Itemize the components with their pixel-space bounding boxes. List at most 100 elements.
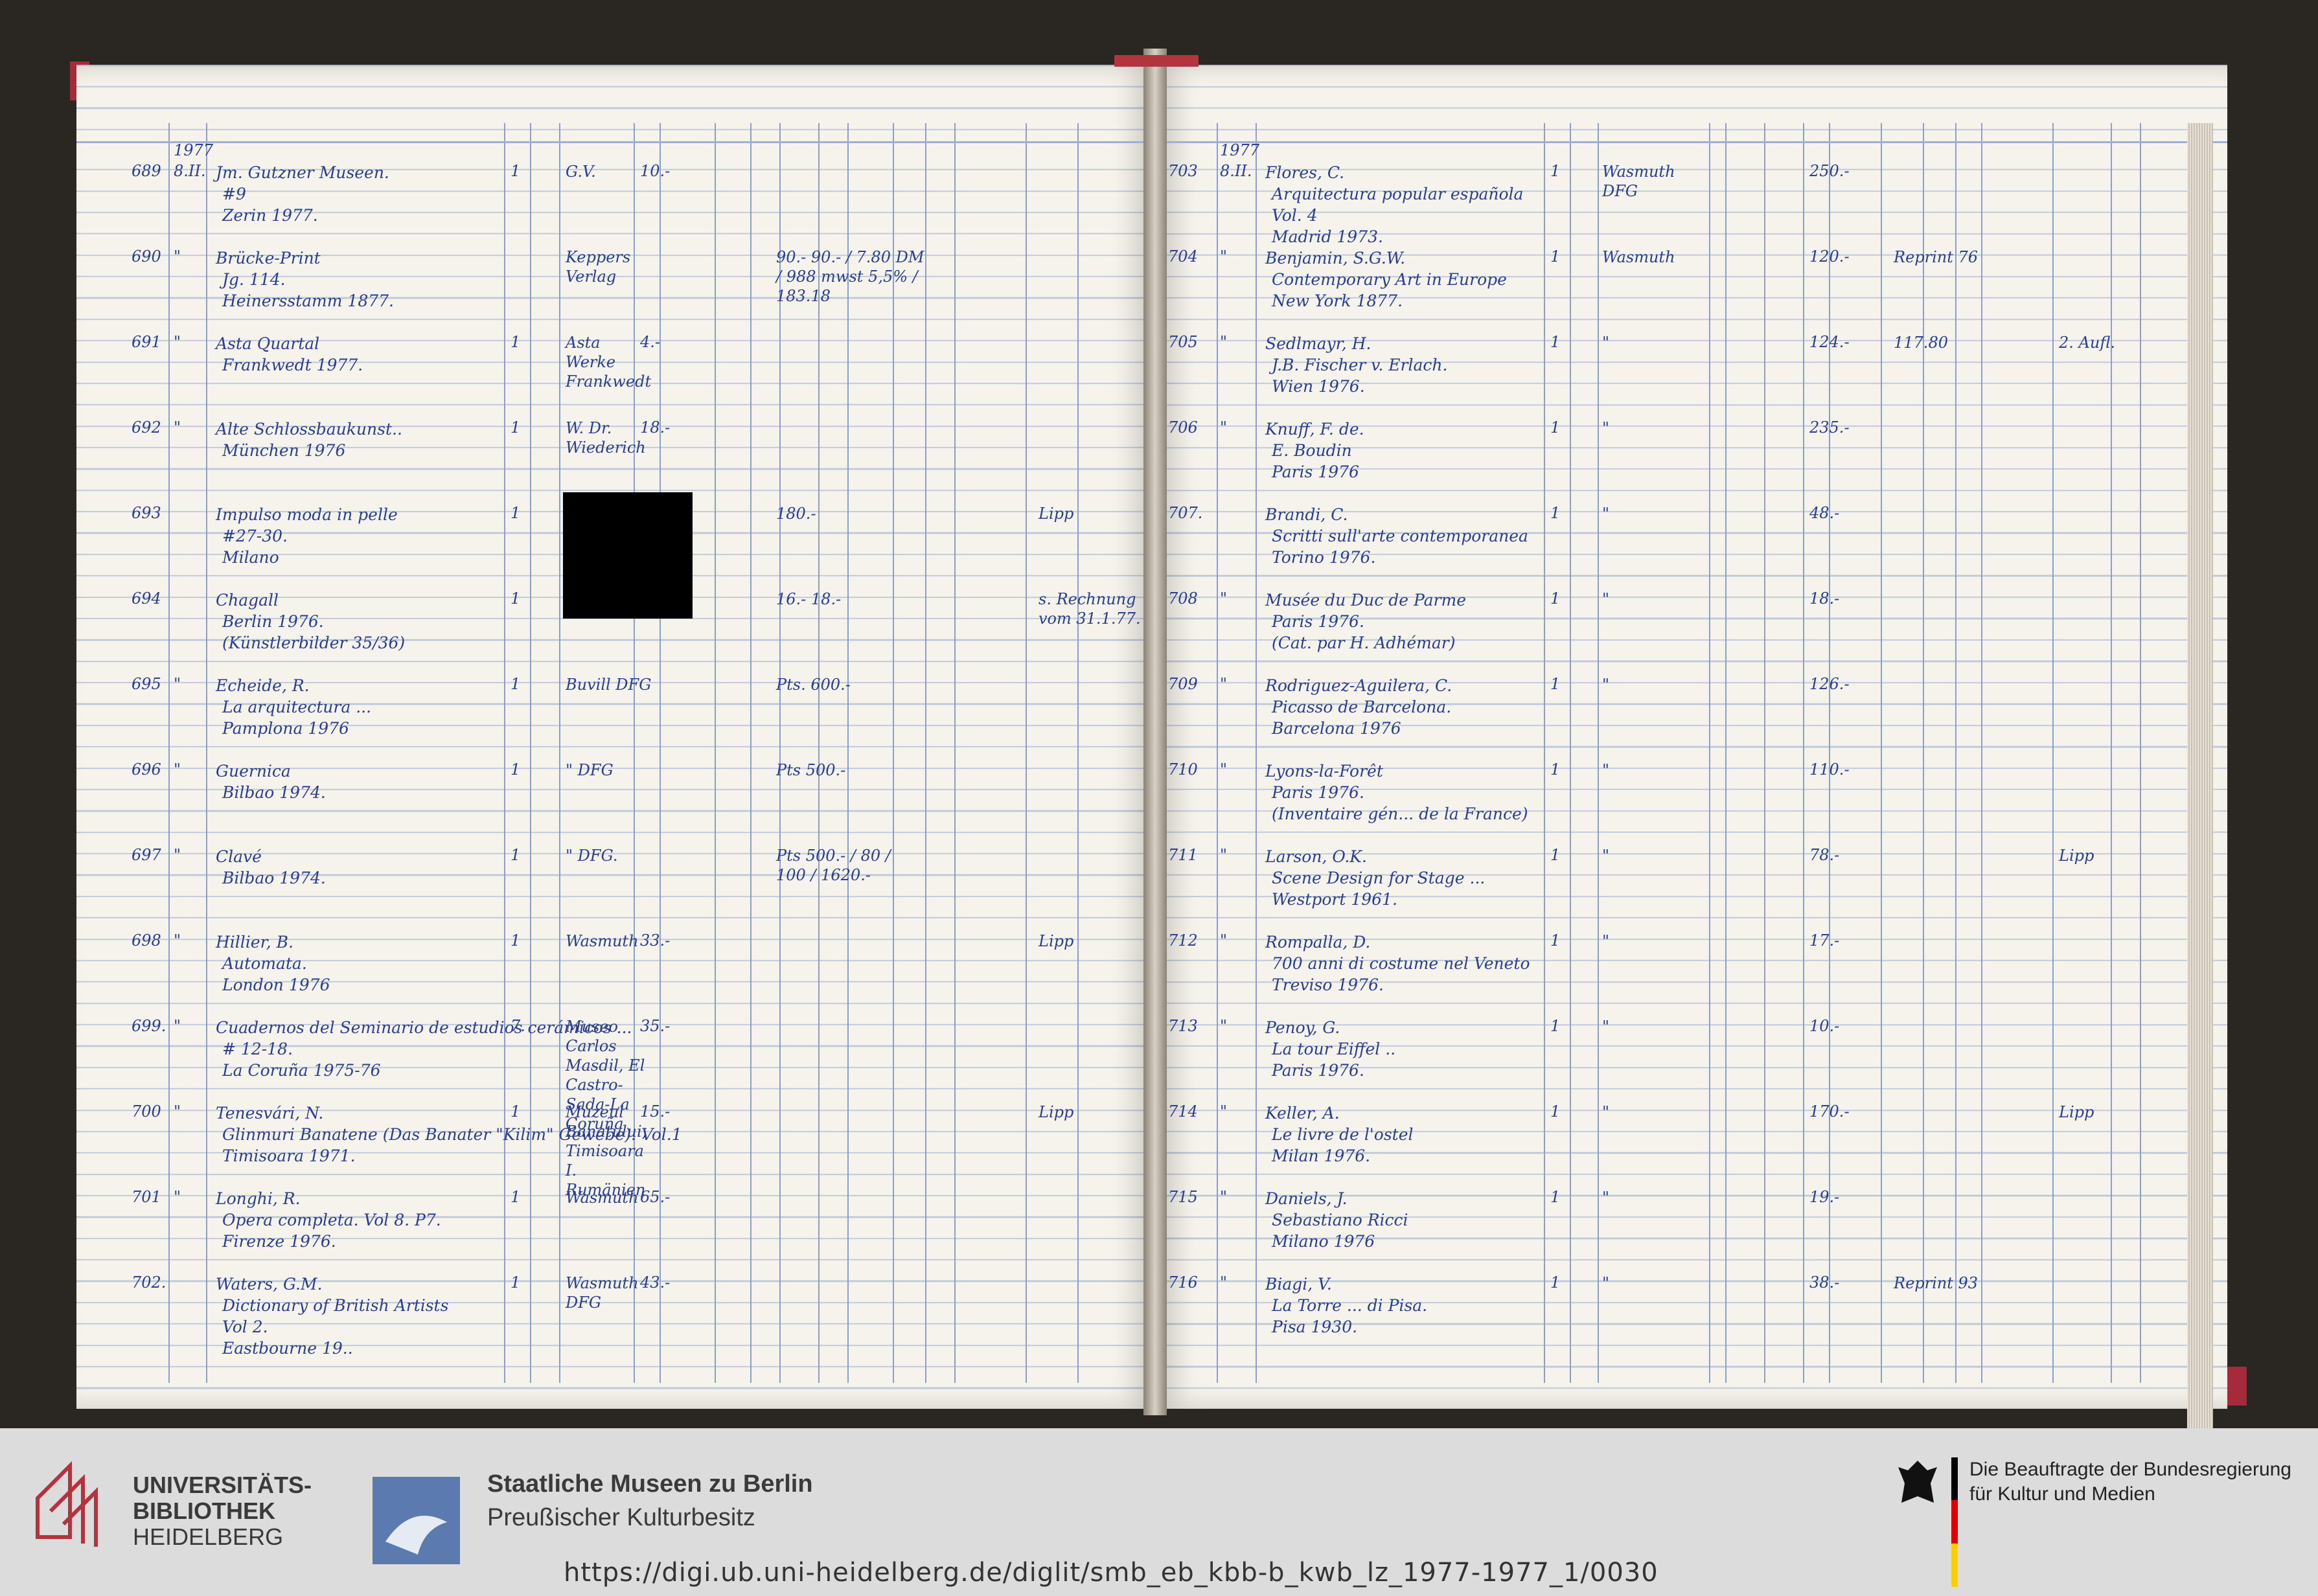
entry-title-line: Musée du Duc de Parme: [1265, 591, 1467, 610]
entry-title-line: Vol. 4: [1272, 206, 1318, 225]
entry-number: 698: [132, 931, 161, 950]
entry-title-line: Biagi, V.: [1265, 1275, 1332, 1294]
entry-title-line: Milano: [222, 548, 279, 567]
entry-count: 1: [511, 589, 521, 608]
entry-price: 10.-: [1809, 1017, 1840, 1035]
entry-title-line: Chagall: [216, 591, 279, 610]
scanned-ledger-image: 1977 689 8.II. Jm. Gutzner Museen. #9 Zerin 1…: [0, 0, 2318, 1428]
permalink-url[interactable]: https://digi.ub.uni-heidelberg.de/diglit…: [564, 1558, 1658, 1588]
entry-title-line: Jg. 114.: [222, 270, 286, 289]
entry-price: 250.-: [1809, 162, 1850, 180]
entry-title-line: Vol 2.: [222, 1317, 268, 1336]
entry-title-line: Arquitectura popular española: [1272, 185, 1524, 203]
entry-number: 693: [132, 504, 161, 522]
entry-title-line: Brücke-Print: [216, 249, 321, 268]
entry-price: 124.-: [1809, 333, 1850, 351]
entry-extra: Reprint 93: [1894, 1274, 1979, 1292]
entry-price: 18.-: [1809, 589, 1840, 608]
entry-number: 702.: [132, 1273, 166, 1292]
entry-source: ": [1602, 932, 1610, 950]
book-spine: [1143, 49, 1167, 1415]
entry-price: 235.-: [1809, 418, 1850, 437]
entry-title-line: Paris 1976.: [1272, 783, 1364, 802]
entry-title-line: La tour Eiffel ..: [1272, 1040, 1396, 1058]
entry-number: 708: [1168, 589, 1198, 608]
entry-date: 8.II.: [1220, 162, 1252, 180]
entry-price: 17.-: [1809, 931, 1840, 950]
entry-title-line: Sebastiano Ricci: [1272, 1211, 1408, 1229]
entry-title-line: J.B. Fischer v. Erlach.: [1272, 356, 1448, 374]
entry-price: 43.-: [640, 1273, 671, 1292]
entry-title-line: Westport 1961.: [1272, 890, 1397, 909]
entry-count: 1: [1550, 1188, 1561, 1206]
entry-source: Keppers Verlag: [566, 248, 631, 286]
entry-note: 2. Aufl.: [2059, 334, 2115, 352]
entry-date: ": [174, 931, 181, 950]
entry-title-line: Frankwedt 1977.: [222, 356, 363, 374]
entry-source: ": [1602, 676, 1610, 694]
entry-title-line: # 12-18.: [222, 1040, 293, 1058]
entry-note: Lipp: [1039, 932, 1074, 950]
entry-count: 1: [1550, 760, 1561, 779]
entry-title-line: Opera completa. Vol 8. P7.: [222, 1211, 441, 1229]
entry-title-line: Flores, C.: [1265, 163, 1345, 182]
entry-date: ": [174, 1102, 181, 1121]
entry-number: 689: [132, 162, 161, 180]
entry-title-line: Daniels, J.: [1265, 1189, 1348, 1208]
entry-note: Lipp: [2059, 1103, 2094, 1121]
entry-count: 1: [511, 162, 521, 180]
entry-count: 1: [511, 1188, 521, 1206]
entry-source: ": [1602, 1274, 1610, 1292]
entry-title-line: #9: [222, 185, 246, 203]
entry-title-line: Asta Quartal: [216, 334, 320, 353]
entry-price: 15.-: [640, 1102, 671, 1121]
entry-title-line: La Coruña 1975-76: [222, 1061, 381, 1080]
entry-price: 33.-: [640, 931, 671, 950]
entry-title-line: Rodriguez-Aguilera, C.: [1265, 676, 1452, 695]
entry-number: 710: [1168, 760, 1198, 779]
entry-title-line: (Künstlerbilder 35/36): [222, 633, 406, 652]
entry-extra: 90.- 90.- / 7.80 DM / 988 mwst 5,5% / 18…: [776, 248, 924, 305]
entry-note: Lipp: [1039, 1103, 1074, 1121]
entry-title-line: Barcelona 1976: [1272, 719, 1401, 738]
entry-title-line: Timisoara 1971.: [222, 1146, 356, 1165]
entry-title-line: New York 1877.: [1272, 291, 1403, 310]
entry-source: ": [1602, 505, 1610, 523]
header-year: 1977: [174, 141, 214, 159]
entry-number: 695: [132, 675, 161, 693]
entry-extra: 117.80: [1894, 334, 1948, 352]
entry-date: ": [174, 675, 181, 693]
entry-title-line: Treviso 1976.: [1272, 975, 1384, 994]
entry-title-line: Bilbao 1974.: [222, 869, 326, 887]
entry-title-line: Firenze 1976.: [222, 1232, 336, 1251]
entry-count: 1: [511, 760, 521, 779]
entry-note: s. Rechnung vom 31.1.77.: [1039, 590, 1141, 628]
entry-number: 703: [1168, 162, 1198, 180]
entry-source: ": [1602, 1018, 1610, 1036]
entry-title-line: Pisa 1930.: [1272, 1317, 1358, 1336]
entry-count: 1: [511, 1273, 521, 1292]
entry-title-line: Paris 1976: [1272, 462, 1359, 481]
entry-extra: Reprint 76: [1894, 248, 1979, 266]
entry-source: ": [1602, 419, 1610, 437]
entry-count: 1: [511, 846, 521, 864]
entry-title-line: Benjamin, S.G.W.: [1265, 249, 1406, 268]
entry-title-line: Impulso moda in pelle: [216, 505, 398, 524]
entry-title-line: Scene Design for Stage ...: [1272, 869, 1486, 887]
entry-note: Lipp: [1039, 505, 1074, 523]
entry-number: 691: [132, 333, 161, 351]
entry-title-line: E. Boudin: [1272, 441, 1352, 460]
entry-count: 1: [1550, 247, 1561, 266]
entry-count: 1: [511, 333, 521, 351]
entry-title-line: Picasso de Barcelona.: [1272, 698, 1452, 716]
entry-title-line: Jm. Gutzner Museen.: [216, 163, 389, 182]
entry-title-line: Bilbao 1974.: [222, 783, 326, 802]
entry-number: 707.: [1168, 504, 1203, 522]
entry-price: 48.-: [1809, 504, 1840, 522]
entry-price: 170.-: [1809, 1102, 1850, 1121]
binding-corner: [2227, 1367, 2247, 1406]
entry-source: ": [1602, 761, 1610, 779]
entry-title-line: Contemporary Art in Europe: [1272, 270, 1507, 289]
entry-title-line: La arquitectura ...: [222, 698, 372, 716]
entry-number: 700: [132, 1102, 161, 1121]
